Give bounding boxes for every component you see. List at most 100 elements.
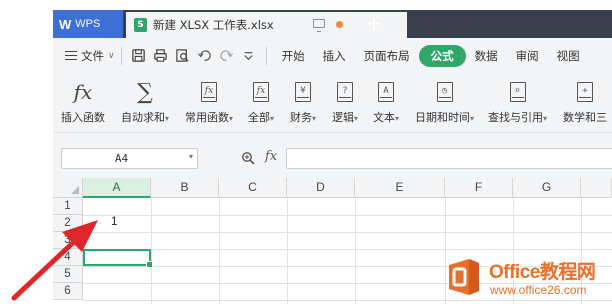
autosum-label: 自动求和 xyxy=(121,111,165,124)
logical-label: 逻辑 xyxy=(332,111,354,124)
office-logo-icon xyxy=(449,259,479,295)
wps-logo-icon: W xyxy=(59,16,71,32)
grid-line xyxy=(83,215,612,216)
lookup-reference-label: 查找与引用 xyxy=(488,111,543,124)
text-functions-label: 文本 xyxy=(373,111,395,124)
fx-icon[interactable]: fx xyxy=(265,149,277,164)
common-functions-label: 常用函数 xyxy=(185,111,229,124)
column-header-b[interactable]: B xyxy=(151,178,219,198)
divider xyxy=(265,46,267,65)
title-bar: W WPS S 新建 XLSX 工作表.xlsx + xyxy=(53,10,612,38)
date-time-label: 日期和时间 xyxy=(415,111,470,124)
chevron-down-icon: ∨ xyxy=(108,50,115,61)
file-menu-label: 文件 xyxy=(81,48,104,63)
formulas-ribbon: fx 插入函数 ∑ 自动求和▾ fx 常用函数▾ fx 全部▾ ¥ 财务▾ ? … xyxy=(53,73,612,133)
grid-line xyxy=(83,232,612,233)
formula-input[interactable] xyxy=(286,148,612,169)
row-header-6[interactable]: 6 xyxy=(53,283,83,300)
fx-icon: fx xyxy=(73,80,93,104)
formula-bar-area: A4 ▾ fx xyxy=(53,133,612,178)
file-menu-button[interactable]: 文件 ∨ xyxy=(65,48,115,64)
tab-page-layout[interactable]: 页面布局 xyxy=(355,45,419,67)
sigma-icon: ∑ xyxy=(137,79,153,105)
date-time-button[interactable]: ◷ 日期和时间▾ xyxy=(415,79,474,127)
tab-formulas[interactable]: 公式 xyxy=(418,44,466,67)
print-icon[interactable] xyxy=(150,45,172,67)
row-header-2[interactable]: 2 xyxy=(53,215,83,232)
all-functions-label: 全部 xyxy=(248,111,270,124)
financial-icon: ¥ xyxy=(295,82,311,102)
common-functions-button[interactable]: fx 常用函数▾ xyxy=(185,79,233,127)
row-header-5[interactable]: 5 xyxy=(53,266,83,283)
math-icon: + xyxy=(577,82,593,102)
spreadsheet-file-icon: S xyxy=(134,18,147,32)
column-header-a[interactable]: A xyxy=(83,178,151,198)
tab-insert[interactable]: 插入 xyxy=(314,45,355,67)
divider xyxy=(120,46,122,65)
monitor-icon[interactable] xyxy=(313,19,325,32)
dropdown-arrow-icon: ▾ xyxy=(312,114,317,123)
autosum-button[interactable]: ∑ 自动求和▾ xyxy=(121,79,169,127)
financial-label: 财务 xyxy=(290,111,312,124)
all-functions-button[interactable]: fx 全部▾ xyxy=(248,79,274,127)
column-header-g[interactable]: G xyxy=(513,178,581,198)
column-header-h[interactable] xyxy=(581,178,612,198)
name-box-value: A4 xyxy=(114,152,129,165)
row-header-4[interactable]: 4 xyxy=(53,249,83,266)
menu-bar: 文件 ∨ 开始 插入 页面布局 公式 数据 审阅 视图 xyxy=(53,38,612,73)
row-header-1[interactable]: 1 xyxy=(53,198,83,215)
tab-review[interactable]: 审阅 xyxy=(507,45,548,67)
column-header-c[interactable]: C xyxy=(219,178,287,198)
tab-home[interactable]: 开始 xyxy=(273,45,314,67)
lookup-reference-button[interactable]: ⌕ 查找与引用▾ xyxy=(488,79,547,127)
dropdown-arrow-icon: ▾ xyxy=(354,114,359,123)
hamburger-icon xyxy=(65,51,77,60)
row-header-3[interactable]: 3 xyxy=(53,232,83,249)
grid-line xyxy=(219,198,220,304)
watermark: Office教程网 www.office26.com xyxy=(443,254,612,304)
save-icon[interactable] xyxy=(128,45,150,67)
wps-home-tab[interactable]: W WPS xyxy=(53,10,123,38)
undo-icon[interactable] xyxy=(194,45,216,67)
cell-a2-value[interactable]: 1 xyxy=(111,216,117,228)
column-header-f[interactable]: F xyxy=(445,178,513,198)
column-header-e[interactable]: E xyxy=(355,178,445,198)
insert-function-button[interactable]: fx 插入函数 xyxy=(61,79,105,127)
zoom-icon[interactable] xyxy=(241,151,255,165)
logical-button[interactable]: ? 逻辑▾ xyxy=(332,79,358,127)
redo-icon[interactable] xyxy=(216,45,238,67)
dropdown-arrow-icon: ▾ xyxy=(165,114,170,123)
print-preview-icon[interactable] xyxy=(172,45,194,67)
name-box[interactable]: A4 ▾ xyxy=(61,148,198,169)
chevron-down-icon[interactable]: ▾ xyxy=(189,152,193,161)
select-all-corner[interactable] xyxy=(53,178,83,198)
tab-data[interactable]: 数据 xyxy=(466,45,507,67)
grid-line xyxy=(355,198,356,304)
text-functions-button[interactable]: A 文本▾ xyxy=(373,79,399,127)
customize-icon[interactable] xyxy=(238,45,260,67)
grid-line xyxy=(83,249,612,250)
grid-line xyxy=(287,198,288,304)
insert-function-label: 插入函数 xyxy=(61,111,105,124)
watermark-title: Office教程网 xyxy=(489,262,596,283)
document-title: 新建 XLSX 工作表.xlsx xyxy=(153,18,274,32)
dropdown-arrow-icon: ▾ xyxy=(543,114,548,123)
dropdown-arrow-icon: ▾ xyxy=(270,114,275,123)
math-trig-button[interactable]: + 数学和三 xyxy=(563,79,607,127)
new-tab-button[interactable]: + xyxy=(363,12,385,34)
wps-app-name: WPS xyxy=(75,18,101,30)
common-functions-icon: fx xyxy=(201,82,217,102)
column-header-d[interactable]: D xyxy=(287,178,355,198)
active-cell-a4[interactable] xyxy=(83,249,153,268)
date-time-icon: ◷ xyxy=(436,82,453,102)
grid-line xyxy=(151,198,152,304)
dropdown-arrow-icon: ▾ xyxy=(229,114,234,123)
logical-icon: ? xyxy=(337,82,353,102)
watermark-url: www.office26.com xyxy=(490,283,587,297)
tab-view[interactable]: 视图 xyxy=(548,45,589,67)
dropdown-arrow-icon: ▾ xyxy=(470,114,475,123)
text-icon: A xyxy=(378,82,394,102)
lookup-icon: ⌕ xyxy=(509,82,526,102)
financial-button[interactable]: ¥ 财务▾ xyxy=(290,79,316,127)
all-functions-icon: fx xyxy=(253,82,269,102)
